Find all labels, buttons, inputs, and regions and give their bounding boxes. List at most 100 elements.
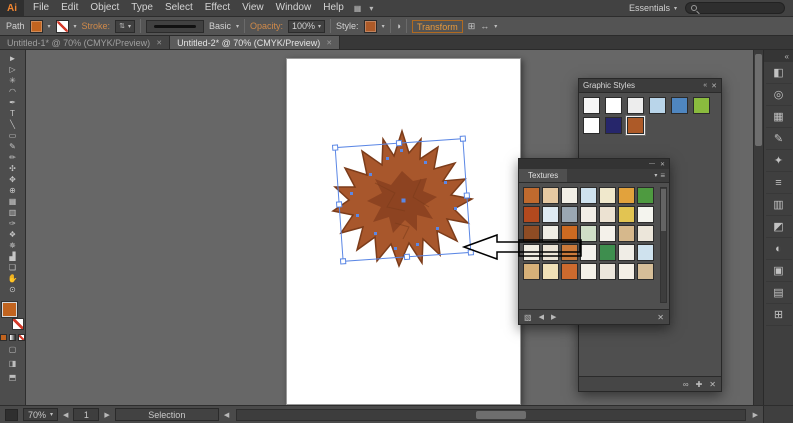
textures-panel-tab[interactable]: Textures — [519, 169, 567, 182]
mesh-tool[interactable]: ▦ — [2, 196, 24, 207]
zoom-level-dropdown[interactable]: 70% ▾ — [23, 408, 58, 421]
applied-texture-style[interactable] — [627, 117, 644, 134]
texture-swatch[interactable] — [618, 187, 635, 204]
line-segment-tool[interactable]: ╲ — [2, 119, 24, 130]
scroll-right-icon[interactable]: ▶ — [753, 411, 758, 419]
pen-tool[interactable]: ✒ — [2, 97, 24, 108]
break-link-icon[interactable]: ∞ — [683, 380, 689, 389]
opacity-field[interactable]: 100% ▾ — [288, 20, 325, 33]
texture-swatch[interactable] — [580, 187, 597, 204]
stroke-color-swatch[interactable] — [56, 20, 69, 33]
stroke-width-caret-icon[interactable]: ▾ — [128, 23, 131, 30]
opacity-panel-link[interactable]: Opacity: — [250, 21, 283, 31]
texture-swatch[interactable] — [637, 263, 654, 280]
artboard-navigation-field[interactable]: 1 — [73, 408, 99, 421]
texture-swatch[interactable] — [523, 244, 540, 261]
control-bar-menu-caret-icon[interactable]: ▾ — [494, 23, 497, 30]
texture-swatch[interactable] — [637, 187, 654, 204]
brushes-panel-icon[interactable]: ✎ — [766, 128, 792, 150]
close-panel-icon[interactable]: ✕ — [711, 82, 717, 90]
textures-panel-menu[interactable]: ▾ ≡ — [650, 169, 669, 182]
menu-item[interactable]: Help — [317, 0, 350, 16]
texture-swatch[interactable] — [637, 244, 654, 261]
shape-builder-tool[interactable]: ⊕ — [2, 185, 24, 196]
brush-name-label[interactable]: Basic — [209, 21, 231, 31]
pencil-tool[interactable]: ✏ — [2, 152, 24, 163]
menu-item[interactable]: Type — [125, 0, 159, 16]
horizontal-scrollbar[interactable] — [236, 409, 745, 421]
stroke-caret-icon[interactable]: ▾ — [74, 23, 77, 30]
scroll-left-icon[interactable]: ◀ — [224, 411, 229, 419]
menu-item[interactable]: Select — [159, 0, 199, 16]
next-artboard-icon[interactable]: ▶ — [104, 411, 109, 419]
appearance-panel-icon[interactable]: ◐ — [766, 238, 792, 260]
style-4[interactable] — [649, 97, 666, 114]
gradient-tool[interactable]: ▥ — [2, 207, 24, 218]
horizontal-scrollbar-thumb[interactable] — [476, 411, 526, 419]
view-mode-icon[interactable]: ▧ — [524, 313, 532, 322]
distribute-icon[interactable]: ↔ — [480, 21, 489, 31]
texture-swatch[interactable] — [542, 187, 559, 204]
style-2[interactable] — [605, 97, 622, 114]
texture-swatch[interactable] — [637, 225, 654, 242]
texture-swatch[interactable] — [542, 263, 559, 280]
texture-swatch[interactable] — [637, 206, 654, 223]
texture-swatch[interactable] — [599, 206, 616, 223]
paintbrush-tool[interactable]: ✎ — [2, 141, 24, 152]
magic-wand-tool[interactable]: ✳ — [2, 75, 24, 86]
transparency-panel-icon[interactable]: ◩ — [766, 216, 792, 238]
dock-header[interactable]: « — [764, 50, 793, 62]
toolbar-fill-swatch[interactable] — [2, 302, 17, 317]
graphic-styles-header[interactable]: Graphic Styles « ✕ — [579, 79, 721, 93]
texture-swatch[interactable] — [580, 206, 597, 223]
menu-item[interactable]: View — [236, 0, 270, 16]
type-tool[interactable]: T — [2, 108, 24, 119]
graphic-styles-panel-icon[interactable]: ▣ — [766, 260, 792, 282]
opacity-caret-icon[interactable]: ▾ — [318, 23, 321, 30]
none-button[interactable] — [18, 334, 25, 341]
texture-swatch[interactable] — [580, 225, 597, 242]
previous-library-icon[interactable]: ◀ — [539, 313, 544, 321]
texture-swatch[interactable] — [523, 206, 540, 223]
screen-mode[interactable]: ⬒ — [2, 371, 24, 383]
textures-scrollbar[interactable] — [660, 187, 667, 303]
delete-graphic-style-icon[interactable]: ✕ — [709, 380, 716, 389]
width-tool[interactable]: ✣ — [2, 163, 24, 174]
vertical-scrollbar[interactable] — [753, 50, 763, 405]
first-artboard-icon[interactable]: ◀ — [63, 411, 68, 419]
stroke-width-field[interactable]: ⇅ ▾ — [115, 20, 135, 33]
free-transform-tool[interactable]: ✥ — [2, 174, 24, 185]
document-tab[interactable]: Untitled-1* @ 70% (CMYK/Preview) ✕ — [0, 36, 170, 49]
selection-tool[interactable]: ► — [2, 53, 24, 64]
texture-swatch[interactable] — [523, 187, 540, 204]
texture-swatch[interactable] — [599, 187, 616, 204]
stroke-panel-icon[interactable]: ≡ — [766, 172, 792, 194]
texture-swatch[interactable] — [599, 244, 616, 261]
collapse-panel-icon[interactable]: « — [703, 82, 707, 89]
color-guide-panel-icon[interactable]: ◎ — [766, 84, 792, 106]
column-graph-tool[interactable]: ▟ — [2, 251, 24, 262]
delete-swatch-icon[interactable]: ✕ — [657, 313, 664, 322]
brush-caret-icon[interactable]: ▾ — [236, 23, 239, 30]
texture-swatch[interactable] — [580, 263, 597, 280]
style-8[interactable] — [605, 117, 622, 134]
close-panel-icon[interactable]: ✕ — [660, 161, 665, 168]
rectangle-tool[interactable]: ▭ — [2, 130, 24, 141]
style-6[interactable] — [693, 97, 710, 114]
style-5[interactable] — [671, 97, 688, 114]
direct-selection-tool[interactable]: ▷ — [2, 64, 24, 75]
brush-definition-dropdown[interactable] — [146, 20, 204, 33]
texture-swatch[interactable] — [561, 225, 578, 242]
next-library-icon[interactable]: ▶ — [551, 313, 556, 321]
eyedropper-tool[interactable]: ✑ — [2, 218, 24, 229]
blend-tool[interactable]: ❖ — [2, 229, 24, 240]
new-graphic-style-icon[interactable]: ✚ — [696, 380, 703, 389]
minimize-panel-icon[interactable]: — — [649, 161, 655, 167]
search-box[interactable] — [685, 2, 785, 14]
style-swatch[interactable] — [364, 20, 377, 33]
texture-swatch[interactable] — [542, 225, 559, 242]
layers-panel-icon[interactable]: ▤ — [766, 282, 792, 304]
swatches-panel-icon[interactable]: ▦ — [766, 106, 792, 128]
recolor-artwork-icon[interactable]: ◑ — [396, 21, 401, 31]
gradient-button[interactable] — [9, 334, 16, 341]
